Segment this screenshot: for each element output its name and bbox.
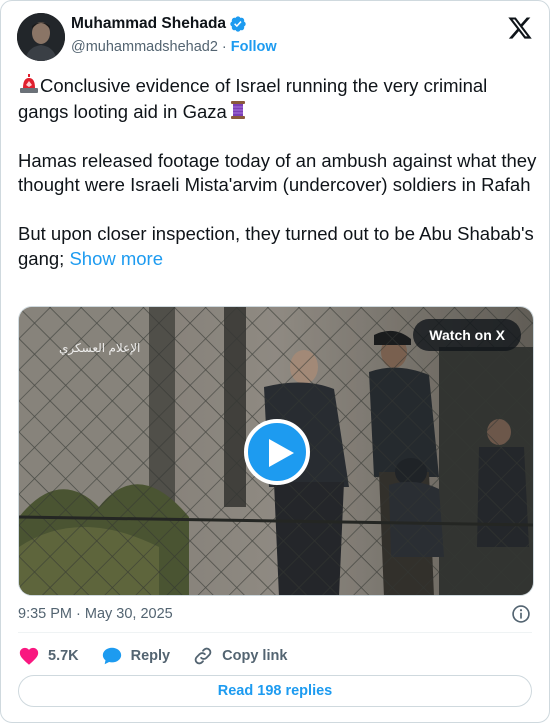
video-watermark: الإعلام العسكري — [59, 341, 141, 355]
tweet-line-1: Conclusive evidence of Israel running th… — [40, 75, 488, 96]
tweet-line-2: gangs looting aid in Gaza — [18, 100, 227, 122]
copy-link-button[interactable]: Copy link — [192, 645, 287, 667]
read-replies-button[interactable]: Read 198 replies — [18, 675, 532, 707]
verified-badge-icon — [230, 16, 246, 32]
tweet-text: Conclusive evidence of Israel running th… — [18, 73, 538, 271]
watch-on-x-button[interactable]: Watch on X — [413, 319, 521, 351]
tweet-card: Muhammad Shehada @muhammadshehad2 · Foll… — [0, 0, 550, 723]
divider — [18, 632, 532, 633]
info-icon[interactable] — [511, 604, 531, 624]
heart-icon — [19, 647, 39, 665]
like-button[interactable]: 5.7K — [18, 645, 79, 667]
reply-bubble-icon — [102, 647, 121, 665]
reply-button[interactable]: Reply — [101, 645, 171, 667]
display-name[interactable]: Muhammad Shehada — [71, 15, 226, 33]
tweet-paragraph-2: Hamas released footage today of an ambus… — [18, 149, 537, 196]
action-bar: 5.7K Reply Copy link — [18, 644, 309, 668]
reply-label: Reply — [130, 648, 171, 664]
play-button[interactable] — [244, 419, 310, 485]
link-icon — [194, 647, 212, 665]
show-more-link[interactable]: Show more — [69, 248, 163, 269]
tweet-timestamp[interactable]: 9:35 PM · May 30, 2025 — [18, 606, 173, 622]
play-icon — [269, 439, 294, 467]
copy-link-label: Copy link — [222, 648, 288, 664]
thread-spool-icon — [230, 100, 245, 119]
user-handle[interactable]: @muhammadshehad2 — [71, 39, 218, 55]
x-logo-icon[interactable] — [507, 15, 533, 41]
follow-button[interactable]: Follow — [231, 39, 277, 55]
rotating-light-icon — [20, 74, 38, 93]
avatar[interactable] — [17, 13, 65, 61]
tweet-header: Muhammad Shehada @muhammadshehad2 · Foll… — [17, 13, 533, 61]
like-count: 5.7K — [48, 648, 79, 664]
separator-dot: · — [221, 39, 227, 55]
video-thumbnail[interactable]: الإعلام العسكري Watch on X — [18, 306, 534, 596]
